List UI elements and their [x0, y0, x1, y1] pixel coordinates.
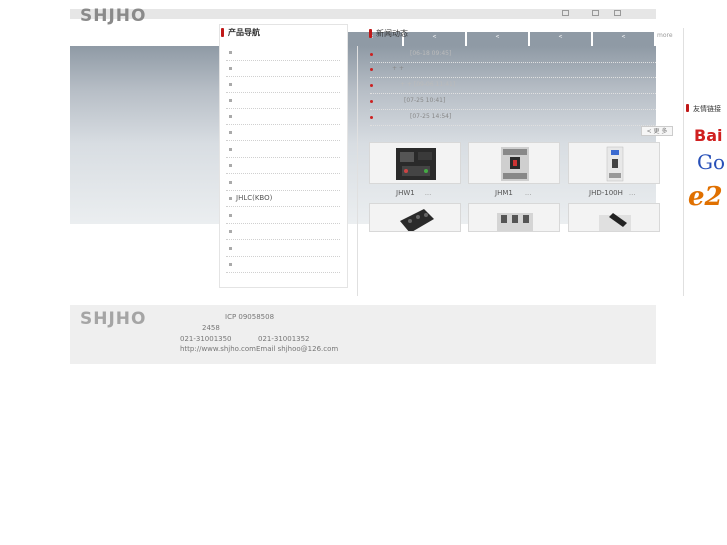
product-nav-item[interactable] — [226, 224, 340, 240]
product-card-jhw1[interactable] — [369, 142, 461, 184]
phone-text: 021-31001350 — [180, 335, 232, 343]
bullet-icon — [229, 181, 232, 184]
bullet-icon — [229, 263, 232, 266]
product-nav-item[interactable] — [226, 158, 340, 174]
e2-link[interactable]: e2 — [688, 182, 723, 212]
nav-tab-6[interactable]: < — [593, 32, 654, 46]
news-item[interactable]: + + — [370, 62, 656, 78]
breaker-image — [396, 148, 436, 180]
product-nav-item[interactable] — [226, 241, 340, 257]
product-nav-item[interactable] — [226, 142, 340, 158]
email-link[interactable]: Email shjhoo@126.com — [256, 345, 338, 353]
product-card[interactable] — [568, 203, 660, 232]
home-icon[interactable] — [562, 10, 569, 16]
bullet-icon — [370, 116, 373, 119]
bullet-icon — [229, 83, 232, 86]
bullet-icon — [229, 214, 232, 217]
breaker-image — [497, 213, 533, 231]
baidu-link[interactable]: Bai — [694, 126, 722, 145]
favorite-icon[interactable] — [592, 10, 599, 16]
bullet-icon — [229, 197, 232, 200]
bullet-icon — [229, 67, 232, 70]
bullet-icon — [229, 115, 232, 118]
product-nav-item[interactable] — [226, 77, 340, 93]
title-marker-icon — [221, 28, 224, 37]
title-marker-icon — [686, 104, 689, 112]
product-card[interactable] — [369, 203, 461, 232]
news-item[interactable]: [07-25 14:54] — [370, 110, 656, 126]
title-marker-icon — [369, 29, 372, 38]
footer — [70, 305, 656, 364]
product-nav-item[interactable] — [226, 61, 340, 77]
fax-text: 021-31001352 — [258, 335, 310, 343]
google-link[interactable]: Go — [697, 150, 725, 174]
product-card-jhm1[interactable] — [468, 142, 560, 184]
bullet-icon — [229, 99, 232, 102]
bullet-icon — [229, 230, 232, 233]
bullet-icon — [229, 51, 232, 54]
product-label[interactable]: JHM1... — [495, 189, 532, 197]
breaker-image — [501, 147, 529, 181]
bullet-icon — [370, 84, 373, 87]
product-nav-item[interactable] — [226, 109, 340, 125]
breaker-image — [599, 213, 631, 231]
bullet-icon — [370, 100, 373, 103]
breaker-image — [606, 146, 624, 182]
breaker-image — [400, 209, 434, 231]
nav-tab-4[interactable]: < — [467, 32, 528, 46]
bullet-icon — [229, 131, 232, 134]
mail-icon[interactable] — [614, 10, 621, 16]
product-nav-item[interactable]: JHLC(KBO) — [226, 191, 340, 207]
product-nav-item[interactable] — [226, 175, 340, 191]
product-nav-item[interactable] — [226, 45, 340, 61]
icp-text[interactable]: ICP 09058508 — [225, 313, 274, 321]
more-link[interactable]: more — [657, 32, 673, 39]
product-label[interactable]: JHD-100H... — [589, 189, 636, 197]
scroll-arrows[interactable]: < 更 多 — [641, 126, 673, 136]
news-item[interactable]: [06-18 09:45] — [370, 47, 656, 63]
product-nav-item[interactable] — [226, 208, 340, 224]
news-item[interactable]: [07-25 10:41] — [370, 94, 656, 110]
product-nav-item[interactable] — [226, 125, 340, 141]
site-logo[interactable]: SHJHO — [80, 6, 146, 26]
column-divider — [357, 46, 358, 296]
bullet-icon — [370, 53, 373, 56]
news-item[interactable]: + + [09-06 11:41] — [370, 78, 656, 94]
product-card-jhd-100h[interactable] — [568, 142, 660, 184]
bullet-icon — [229, 164, 232, 167]
product-label[interactable]: JHW1... — [396, 189, 431, 197]
product-nav-title: 产品导航 — [228, 28, 260, 37]
friends-title: 友情链接 — [693, 105, 721, 113]
news-title: 新闻动态 — [376, 29, 408, 38]
address-text: 2458 — [202, 324, 220, 332]
website-link[interactable]: http://www.shjho.com — [180, 345, 256, 353]
nav-tab-3[interactable]: < — [404, 32, 465, 46]
bullet-icon — [229, 148, 232, 151]
product-nav-item[interactable] — [226, 93, 340, 109]
product-card[interactable] — [468, 203, 560, 232]
bullet-icon — [370, 68, 373, 71]
product-nav-item[interactable] — [226, 257, 340, 273]
column-divider — [683, 28, 684, 296]
bullet-icon — [229, 247, 232, 250]
footer-logo: SHJHO — [80, 309, 147, 329]
nav-tab-5[interactable]: < — [530, 32, 591, 46]
